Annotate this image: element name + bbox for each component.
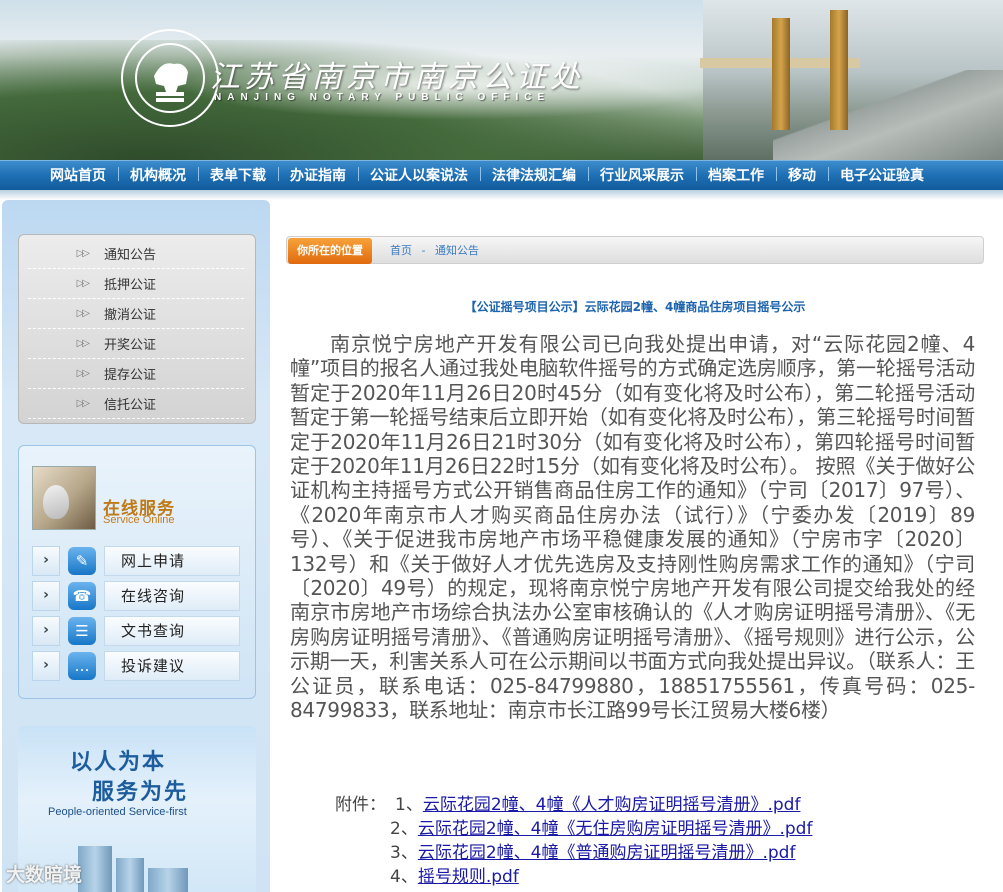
site-title: 江苏省南京市南京公证处 — [210, 60, 584, 95]
online-service-subtitle: Service Online — [103, 514, 175, 526]
category-menu-item[interactable]: ▷▷ 信托公证 — [28, 388, 244, 419]
breadcrumb: 首页 - 通知公告 — [390, 242, 485, 258]
attachment-link[interactable]: 云际花园2幢、4幢《人才购房证明摇号清册》.pdf — [423, 795, 801, 815]
category-menu-label: 抵押公证 — [104, 277, 157, 293]
nav-item[interactable]: 办证指南 — [278, 165, 358, 185]
nav-item[interactable]: 法律法规汇编 — [480, 165, 588, 185]
chevron-right-icon: › — [32, 651, 60, 681]
category-menu-item[interactable]: ▷▷ 撤消公证 — [28, 298, 244, 329]
building-graphic — [148, 868, 188, 892]
chevron-right-icon: › — [32, 581, 60, 611]
category-menu-label: 提存公证 — [104, 367, 157, 383]
nav-item[interactable]: 移动 — [776, 165, 828, 185]
category-menu-item[interactable]: ▷▷ 开奖公证 — [28, 328, 244, 359]
breadcrumb-separator: - — [421, 244, 426, 257]
nav-list: 网站首页 机构概况 表单下载 办证指南 公证人以案说法 法律法规汇编 行业风采展示 档案工作移… — [0, 161, 1003, 189]
article-body: 南京悦宁房地产开发有限公司已向我处提出申请，对“云际花园2幢、4幢”项目的报名人… — [290, 332, 975, 723]
category-menu-label: 信托公证 — [104, 397, 157, 413]
computer-mouse-icon — [43, 485, 69, 519]
chevron-right-icon: › — [32, 616, 60, 646]
breadcrumb-home-link[interactable]: 首页 — [390, 244, 412, 257]
building-graphic — [78, 846, 112, 892]
attachment-link[interactable]: 摇号规则.pdf — [418, 867, 519, 887]
breadcrumb-current-link[interactable]: 通知公告 — [435, 244, 479, 257]
category-menu-label: 开奖公证 — [104, 337, 157, 353]
attachment-number: 4、 — [390, 867, 418, 887]
nav-item[interactable]: 电子公证验真 — [828, 165, 936, 185]
nav-item[interactable]: 行业风采展示 — [588, 165, 696, 185]
attachment-number: 2、 — [390, 819, 418, 839]
slogan-line-1: 以人为本 — [70, 750, 167, 775]
headset-icon: ☎ — [68, 582, 96, 610]
nav-item[interactable]: 公证人以案说法 — [358, 165, 480, 185]
slogan-english: People-oriented Service-first — [48, 806, 187, 818]
online-service-item[interactable]: › … 投诉建议 — [32, 651, 240, 681]
double-arrow-icon: ▷▷ — [76, 307, 90, 319]
double-arrow-icon: ▷▷ — [76, 247, 90, 259]
category-menu-label: 通知公告 — [104, 247, 157, 263]
chat-icon: … — [68, 652, 96, 680]
bridge-tower-right — [830, 10, 848, 130]
chevron-right-icon: › — [32, 546, 60, 576]
attachment-row: 1、云际花园2幢、4幢《人才购房证明摇号清册》.pdf — [395, 790, 800, 815]
online-service-label: 投诉建议 — [104, 651, 240, 681]
double-arrow-icon: ▷▷ — [76, 337, 90, 349]
article-paragraph: 南京悦宁房地产开发有限公司已向我处提出申请，对“云际花园2幢、4幢”项目的报名人… — [290, 332, 975, 723]
category-menu-item[interactable]: ▷▷ 通知公告 — [28, 238, 244, 269]
nav-item[interactable]: 网站首页 — [38, 165, 118, 185]
online-service-item[interactable]: › ✎ 网上申请 — [32, 546, 240, 576]
nav-item[interactable]: 表单下载 — [198, 165, 278, 185]
double-arrow-icon: ▷▷ — [76, 367, 90, 379]
site-subtitle: NANJING NOTARY PUBLIC OFFICE — [214, 92, 551, 103]
attachment-row: 2、云际花园2幢、4幢《无住房购房证明摇号清册》.pdf — [390, 814, 812, 839]
nav-shadow — [0, 190, 1003, 200]
attachment-number: 1、 — [395, 795, 423, 815]
online-service-item[interactable]: › ☎ 在线咨询 — [32, 581, 240, 611]
attachment-row: 3、云际花园2幢、4幢《普通购房证明摇号清册》.pdf — [390, 838, 795, 863]
notary-emblem-icon — [121, 29, 219, 127]
attachment-row: 4、摇号规则.pdf — [390, 862, 519, 887]
pen-icon: ✎ — [68, 547, 96, 575]
category-menu-item[interactable]: ▷▷ 提存公证 — [28, 358, 244, 389]
nav-item[interactable]: 机构概况 — [118, 165, 198, 185]
main-nav: 网站首页 机构概况 表单下载 办证指南 公证人以案说法 法律法规汇编 行业风采展示 档案工作移… — [0, 160, 1003, 190]
attachments-label: 附件： — [335, 795, 386, 815]
online-service-label: 网上申请 — [104, 546, 240, 576]
list-icon: ☰ — [68, 617, 96, 645]
mouse-photo — [32, 466, 96, 530]
online-service-label: 文书查询 — [104, 616, 240, 646]
double-arrow-icon: ▷▷ — [76, 397, 90, 409]
category-menu-item[interactable]: ▷▷ 抵押公证 — [28, 268, 244, 299]
article-title: 【公证摇号项目公示】云际花园2幢、4幢商品住房项目摇号公示 — [464, 300, 806, 314]
nav-item[interactable]: 档案工作 — [696, 165, 776, 185]
watermark-text: 大数暗境 — [6, 864, 83, 886]
breadcrumb-label: 你所在的位置 — [288, 238, 372, 264]
slogan-line-2: 服务为先 — [92, 780, 189, 805]
category-menu-label: 撤消公证 — [104, 307, 157, 323]
attachment-link[interactable]: 云际花园2幢、4幢《普通购房证明摇号清册》.pdf — [418, 843, 796, 863]
attachment-number: 3、 — [390, 843, 418, 863]
bridge-road — [773, 70, 1003, 160]
attachment-link[interactable]: 云际花园2幢、4幢《无住房购房证明摇号清册》.pdf — [418, 819, 813, 839]
building-graphic — [116, 858, 144, 892]
online-service-label: 在线咨询 — [104, 581, 240, 611]
bridge-tower-left — [772, 18, 790, 130]
double-arrow-icon: ▷▷ — [76, 277, 90, 289]
online-service-item[interactable]: › ☰ 文书查询 — [32, 616, 240, 646]
